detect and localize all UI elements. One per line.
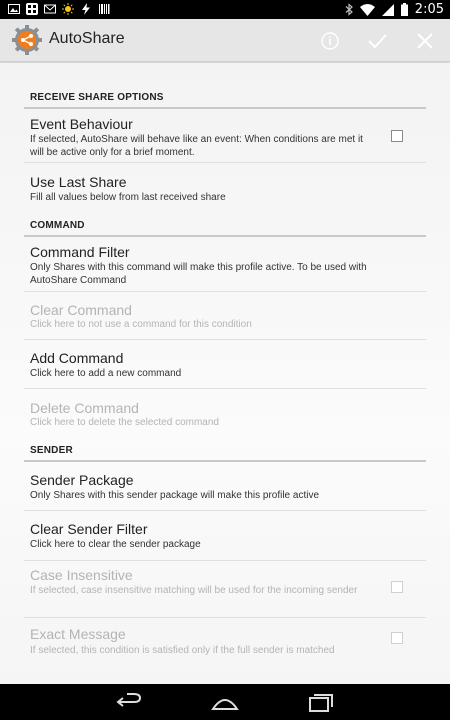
exact-message-checkbox (391, 632, 403, 644)
pref-add-command[interactable]: Add Command Click here to add a new comm… (24, 340, 426, 389)
event-behaviour-checkbox[interactable] (391, 130, 403, 142)
case-insensitive-checkbox (391, 581, 403, 593)
info-icon[interactable] (316, 27, 344, 55)
pref-title: Case Insensitive (30, 567, 133, 583)
pref-title: Use Last Share (30, 174, 127, 190)
pref-use-last-share[interactable]: Use Last Share Fill all values below fro… (24, 163, 426, 210)
pref-title: Exact Message (30, 626, 126, 642)
pref-case-insensitive: Case Insensitive If selected, case insen… (24, 561, 426, 618)
pref-clear-sender-filter[interactable]: Clear Sender Filter Click here to clear … (24, 511, 426, 561)
pref-summary: Click here to not use a command for this… (30, 319, 252, 330)
pref-summary: If selected, AutoShare will behave like … (30, 134, 363, 158)
section-header-receive: RECEIVE SHARE OPTIONS (30, 92, 164, 103)
pref-title: Add Command (30, 350, 124, 366)
clock: 2:05 (414, 2, 444, 17)
barcode-icon (99, 4, 110, 14)
pref-summary: Click here to add a new command (30, 368, 182, 379)
section-header-command: COMMAND (30, 220, 85, 231)
pref-event-behaviour[interactable]: Event Behaviour If selected, AutoShare w… (24, 109, 426, 163)
app-title: AutoShare (49, 30, 125, 47)
home-icon[interactable] (210, 690, 240, 714)
pref-title: Delete Command (30, 400, 139, 416)
bolt-icon (82, 3, 90, 15)
status-bar: 2:05 (0, 0, 450, 19)
pref-summary: If selected, this condition is satisfied… (30, 645, 335, 656)
section-header-sender: SENDER (30, 445, 73, 456)
gmail-icon (44, 4, 56, 14)
bluetooth-icon (345, 3, 353, 16)
pref-title: Event Behaviour (30, 116, 133, 132)
autoshare-app-icon[interactable] (11, 24, 43, 56)
battery-icon (400, 3, 408, 16)
pref-title: Clear Command (30, 302, 132, 318)
signal-icon (381, 3, 394, 16)
close-icon[interactable] (411, 27, 439, 55)
back-icon[interactable] (114, 690, 144, 714)
pref-delete-command: Delete Command Click here to delete the … (24, 389, 426, 437)
pref-title: Clear Sender Filter (30, 521, 148, 537)
pref-summary: If selected, case insensitive matching w… (30, 585, 358, 596)
pref-command-filter[interactable]: Command Filter Only Shares with this com… (24, 237, 426, 292)
image-icon (8, 4, 20, 14)
action-bar: AutoShare (0, 19, 450, 62)
navigation-bar (0, 684, 450, 720)
pref-summary: Click here to delete the selected comman… (30, 417, 219, 428)
pref-summary: Only Shares with this command will make … (30, 262, 367, 286)
pref-title: Command Filter (30, 244, 130, 260)
notification-icons (8, 3, 110, 15)
recents-icon[interactable] (306, 690, 336, 714)
preferences-list[interactable]: RECEIVE SHARE OPTIONS Event Behaviour If… (0, 63, 450, 684)
system-status-icons: 2:05 (345, 2, 444, 17)
pref-title: Sender Package (30, 472, 134, 488)
pref-summary: Only Shares with this sender package wil… (30, 490, 320, 501)
pref-sender-package[interactable]: Sender Package Only Shares with this sen… (24, 462, 426, 511)
sun-icon (62, 3, 74, 15)
pref-summary: Click here to clear the sender package (30, 539, 201, 550)
wifi-icon (359, 3, 375, 16)
grid-app-icon (26, 3, 38, 15)
check-icon[interactable] (363, 27, 391, 55)
pref-summary: Fill all values below from last received… (30, 192, 226, 203)
pref-exact-message: Exact Message If selected, this conditio… (24, 618, 426, 668)
pref-clear-command: Clear Command Click here to not use a co… (24, 292, 426, 340)
